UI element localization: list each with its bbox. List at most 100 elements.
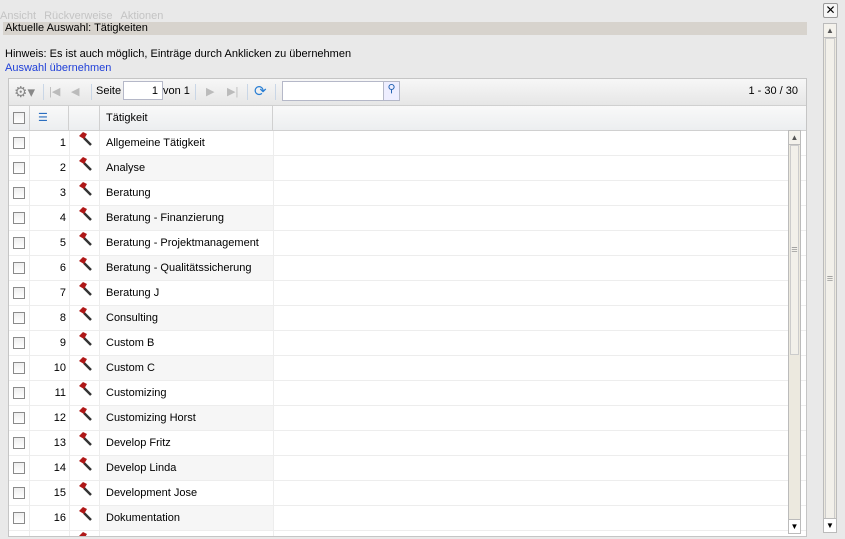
menu-ansicht[interactable]: Ansicht (0, 10, 36, 22)
scroll-down-arrow[interactable]: ▼ (789, 519, 800, 533)
table-row[interactable]: 13 Develop Fritz (9, 431, 806, 456)
row-name[interactable]: Develop Linda (100, 456, 274, 480)
row-checkbox[interactable] (13, 487, 25, 499)
row-checkbox-cell[interactable] (9, 256, 30, 280)
row-name[interactable]: Implementierung R (100, 531, 274, 536)
row-name[interactable]: Custom C (100, 356, 274, 380)
row-name[interactable]: Customizing Horst (100, 406, 274, 430)
row-checkbox-cell[interactable] (9, 181, 30, 205)
row-name[interactable]: Develop Fritz (100, 431, 274, 455)
table-row[interactable]: 3 Beratung (9, 181, 806, 206)
row-checkbox[interactable] (13, 162, 25, 174)
close-button[interactable]: ✕ (823, 3, 838, 18)
row-checkbox[interactable] (13, 137, 25, 149)
row-checkbox-cell[interactable] (9, 131, 30, 155)
first-page-icon[interactable]: |◀ (49, 85, 60, 98)
scroll-thumb[interactable]: ≡ (825, 38, 835, 520)
select-all-checkbox[interactable] (13, 112, 25, 124)
table-row[interactable]: 1 Allgemeine Tätigkeit (9, 131, 806, 156)
row-checkbox[interactable] (13, 262, 25, 274)
row-name[interactable]: Customizing (100, 381, 274, 405)
row-number: 14 (30, 456, 70, 480)
row-checkbox-cell[interactable] (9, 356, 30, 380)
gear-icon[interactable]: ⚙▾ (14, 83, 35, 101)
row-checkbox[interactable] (13, 187, 25, 199)
row-checkbox[interactable] (13, 437, 25, 449)
scroll-down-arrow[interactable]: ▼ (824, 518, 836, 532)
row-checkbox-cell[interactable] (9, 406, 30, 430)
row-checkbox-cell[interactable] (9, 531, 30, 536)
row-checkbox-cell[interactable] (9, 456, 30, 480)
row-checkbox[interactable] (13, 287, 25, 299)
page-input[interactable] (123, 81, 163, 100)
row-checkbox[interactable] (13, 462, 25, 474)
hammer-icon (70, 531, 100, 536)
row-name[interactable]: Development Jose (100, 481, 274, 505)
refresh-icon[interactable]: ⟳ (254, 82, 267, 100)
row-checkbox[interactable] (13, 312, 25, 324)
row-checkbox-cell[interactable] (9, 206, 30, 230)
table-row[interactable]: 6 Beratung - Qualitätssicherung (9, 256, 806, 281)
row-checkbox-cell[interactable] (9, 231, 30, 255)
table-row[interactable]: 4 Beratung - Finanzierung (9, 206, 806, 231)
scroll-thumb[interactable]: ≡ (790, 145, 799, 355)
table-row[interactable]: 2 Analyse (9, 156, 806, 181)
grid-scrollbar[interactable]: ▲ ≡ ▼ (788, 130, 801, 534)
table-row[interactable]: 16 Dokumentation (9, 506, 806, 531)
table-row[interactable]: 12 Customizing Horst (9, 406, 806, 431)
search-input[interactable] (282, 81, 384, 101)
row-number: 2 (30, 156, 70, 180)
table-row[interactable]: 17 Implementierung R (9, 531, 806, 536)
hammer-icon (70, 131, 100, 155)
row-checkbox-cell[interactable] (9, 431, 30, 455)
row-checkbox[interactable] (13, 387, 25, 399)
row-checkbox-cell[interactable] (9, 281, 30, 305)
table-row[interactable]: 9 Custom B (9, 331, 806, 356)
row-name[interactable]: Analyse (100, 156, 274, 180)
next-page-icon[interactable]: ▶ (206, 85, 214, 98)
scroll-up-arrow[interactable]: ▲ (789, 131, 800, 145)
hint-text: Hinweis: Es ist auch möglich, Einträge d… (5, 48, 352, 60)
row-number: 9 (30, 331, 70, 355)
menu-rueckverweise[interactable]: Rückverweise (44, 10, 112, 22)
row-name[interactable]: Allgemeine Tätigkeit (100, 131, 274, 155)
search-icon[interactable]: ⚲ (383, 81, 400, 101)
row-checkbox[interactable] (13, 412, 25, 424)
menu-aktionen[interactable]: Aktionen (121, 10, 164, 22)
apply-selection-link[interactable]: Auswahl übernehmen (5, 62, 111, 74)
row-name[interactable]: Beratung - Qualitätssicherung (100, 256, 274, 280)
row-checkbox-cell[interactable] (9, 156, 30, 180)
column-header-taetigkeit[interactable]: Tätigkeit (100, 106, 273, 130)
row-checkbox[interactable] (13, 337, 25, 349)
scroll-up-arrow[interactable]: ▲ (824, 24, 836, 38)
table-row[interactable]: 15 Development Jose (9, 481, 806, 506)
table-row[interactable]: 5 Beratung - Projektmanagement (9, 231, 806, 256)
row-checkbox-cell[interactable] (9, 331, 30, 355)
row-checkbox[interactable] (13, 362, 25, 374)
dialog-scrollbar[interactable]: ▲ ≡ ▼ (823, 23, 837, 533)
table-row[interactable]: 8 Consulting (9, 306, 806, 331)
row-checkbox-cell[interactable] (9, 506, 30, 530)
row-number: 3 (30, 181, 70, 205)
row-checkbox[interactable] (13, 237, 25, 249)
prev-page-icon[interactable]: ◀ (71, 85, 79, 98)
table-row[interactable]: 11 Customizing (9, 381, 806, 406)
hammer-icon (70, 206, 100, 230)
row-name[interactable]: Custom B (100, 331, 274, 355)
row-checkbox-cell[interactable] (9, 306, 30, 330)
row-checkbox-cell[interactable] (9, 481, 30, 505)
row-name[interactable]: Dokumentation (100, 506, 274, 530)
select-all-header[interactable] (9, 106, 30, 130)
row-name[interactable]: Beratung (100, 181, 274, 205)
last-page-icon[interactable]: ▶| (227, 85, 238, 98)
table-row[interactable]: 10 Custom C (9, 356, 806, 381)
row-name[interactable]: Consulting (100, 306, 274, 330)
row-checkbox[interactable] (13, 212, 25, 224)
row-name[interactable]: Beratung J (100, 281, 274, 305)
row-name[interactable]: Beratung - Projektmanagement (100, 231, 274, 255)
table-row[interactable]: 7 Beratung J (9, 281, 806, 306)
row-checkbox-cell[interactable] (9, 381, 30, 405)
row-checkbox[interactable] (13, 512, 25, 524)
table-row[interactable]: 14 Develop Linda (9, 456, 806, 481)
row-name[interactable]: Beratung - Finanzierung (100, 206, 274, 230)
